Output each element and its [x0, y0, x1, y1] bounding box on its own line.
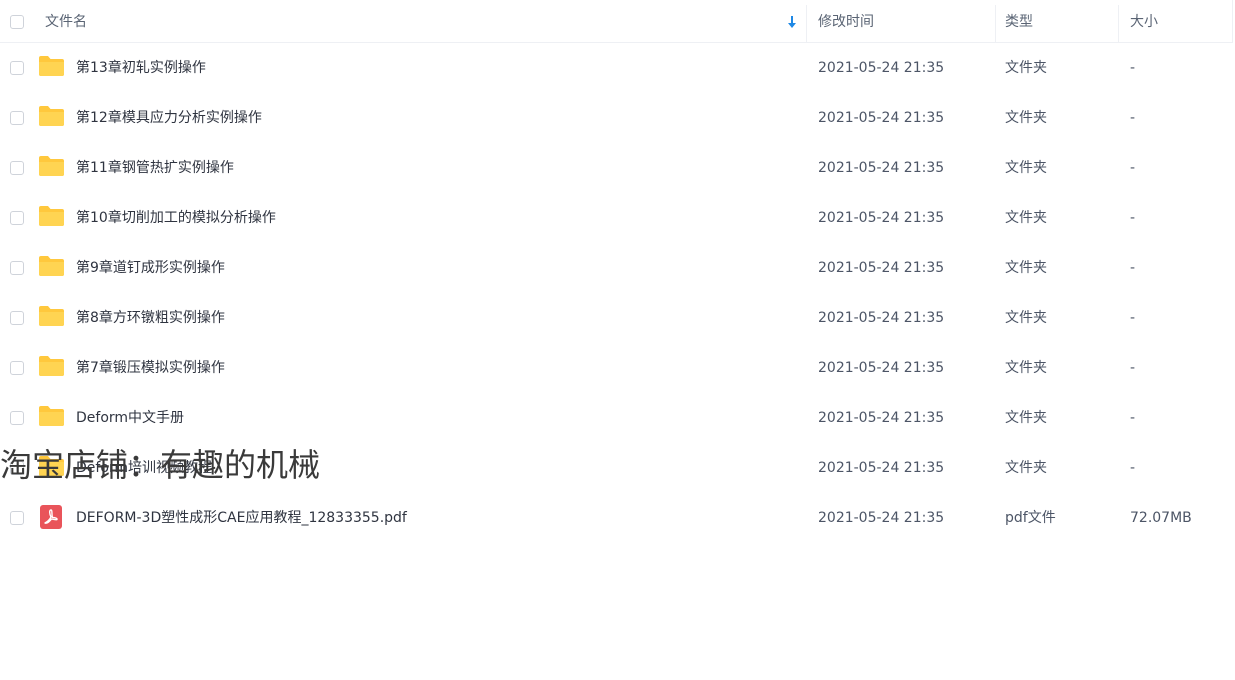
file-modified-time: 2021-05-24 21:35: [818, 410, 945, 426]
file-modified-time: 2021-05-24 21:35: [818, 310, 945, 326]
file-modified-time: 2021-05-24 21:35: [818, 210, 945, 226]
row-checkbox[interactable]: [10, 511, 24, 525]
list-header: 文件名 修改时间 类型 大小: [0, 0, 1233, 43]
file-name[interactable]: 第11章钢管热扩实例操作: [76, 143, 234, 193]
folder-icon: [39, 356, 64, 376]
file-row[interactable]: 第10章切削加工的模拟分析操作 2021-05-24 21:35 文件夹 -: [0, 193, 1233, 243]
column-header-type[interactable]: 类型: [1005, 0, 1033, 42]
file-size: -: [1130, 360, 1136, 376]
file-size: -: [1130, 410, 1136, 426]
file-type: 文件夹: [1005, 60, 1047, 76]
file-type: 文件夹: [1005, 210, 1047, 226]
file-type: 文件夹: [1005, 310, 1047, 326]
file-modified-time: 2021-05-24 21:35: [818, 60, 945, 76]
file-list: 文件名 修改时间 类型 大小 第13章初轧实例操作 2021-05-24 21:3…: [0, 0, 1235, 680]
file-row[interactable]: Deform中文手册 2021-05-24 21:35 文件夹 -: [0, 393, 1233, 443]
file-size: -: [1130, 160, 1136, 176]
file-size: 72.07MB: [1130, 510, 1192, 526]
file-row[interactable]: 第12章模具应力分析实例操作 2021-05-24 21:35 文件夹 -: [0, 93, 1233, 143]
watermark-text: 淘宝店铺：有趣的机械: [0, 446, 321, 484]
file-row[interactable]: 第11章钢管热扩实例操作 2021-05-24 21:35 文件夹 -: [0, 143, 1233, 193]
row-checkbox[interactable]: [10, 161, 24, 175]
column-header-size[interactable]: 大小: [1130, 0, 1158, 42]
folder-icon: [39, 306, 64, 326]
file-name[interactable]: 第9章道钉成形实例操作: [76, 243, 225, 293]
file-name[interactable]: Deform中文手册: [76, 393, 184, 443]
file-modified-time: 2021-05-24 21:35: [818, 460, 945, 476]
file-name[interactable]: 第13章初轧实例操作: [76, 43, 206, 93]
file-modified-time: 2021-05-24 21:35: [818, 110, 945, 126]
file-size: -: [1130, 460, 1136, 476]
file-size: -: [1130, 210, 1136, 226]
folder-icon: [39, 106, 64, 126]
folder-icon: [39, 206, 64, 226]
file-modified-time: 2021-05-24 21:35: [818, 160, 945, 176]
file-type: 文件夹: [1005, 410, 1047, 426]
row-checkbox[interactable]: [10, 261, 24, 275]
column-header-name[interactable]: 文件名: [45, 0, 87, 42]
file-size: -: [1130, 260, 1136, 276]
file-name[interactable]: DEFORM-3D塑性成形CAE应用教程_12833355.pdf: [76, 493, 407, 543]
file-type: 文件夹: [1005, 260, 1047, 276]
row-checkbox[interactable]: [10, 211, 24, 225]
folder-icon: [39, 256, 64, 276]
file-type: 文件夹: [1005, 460, 1047, 476]
file-type: 文件夹: [1005, 110, 1047, 126]
pdf-icon: [40, 505, 62, 529]
file-size: -: [1130, 60, 1136, 76]
file-modified-time: 2021-05-24 21:35: [818, 360, 945, 376]
file-size: -: [1130, 110, 1136, 126]
row-checkbox[interactable]: [10, 411, 24, 425]
row-checkbox[interactable]: [10, 361, 24, 375]
folder-icon: [39, 406, 64, 426]
file-row[interactable]: 第7章锻压模拟实例操作 2021-05-24 21:35 文件夹 -: [0, 343, 1233, 393]
file-type: pdf文件: [1005, 510, 1056, 526]
column-header-modified[interactable]: 修改时间: [818, 0, 874, 42]
file-name[interactable]: 第12章模具应力分析实例操作: [76, 93, 262, 143]
row-checkbox[interactable]: [10, 111, 24, 125]
file-name[interactable]: 第10章切削加工的模拟分析操作: [76, 193, 276, 243]
file-row[interactable]: 第8章方环镦粗实例操作 2021-05-24 21:35 文件夹 -: [0, 293, 1233, 343]
file-row[interactable]: DEFORM-3D塑性成形CAE应用教程_12833355.pdf 2021-05…: [0, 493, 1233, 543]
folder-icon: [39, 156, 64, 176]
file-name[interactable]: 第8章方环镦粗实例操作: [76, 293, 225, 343]
file-row[interactable]: 第9章道钉成形实例操作 2021-05-24 21:35 文件夹 -: [0, 243, 1233, 293]
file-type: 文件夹: [1005, 160, 1047, 176]
file-modified-time: 2021-05-24 21:35: [818, 510, 945, 526]
file-modified-time: 2021-05-24 21:35: [818, 260, 945, 276]
folder-icon: [39, 56, 64, 76]
sort-arrow-down-icon[interactable]: [787, 15, 797, 29]
row-checkbox[interactable]: [10, 311, 24, 325]
file-type: 文件夹: [1005, 360, 1047, 376]
file-row[interactable]: 第13章初轧实例操作 2021-05-24 21:35 文件夹 -: [0, 43, 1233, 93]
file-name[interactable]: 第7章锻压模拟实例操作: [76, 343, 225, 393]
row-checkbox[interactable]: [10, 61, 24, 75]
file-size: -: [1130, 310, 1136, 326]
select-all-checkbox[interactable]: [10, 15, 24, 29]
